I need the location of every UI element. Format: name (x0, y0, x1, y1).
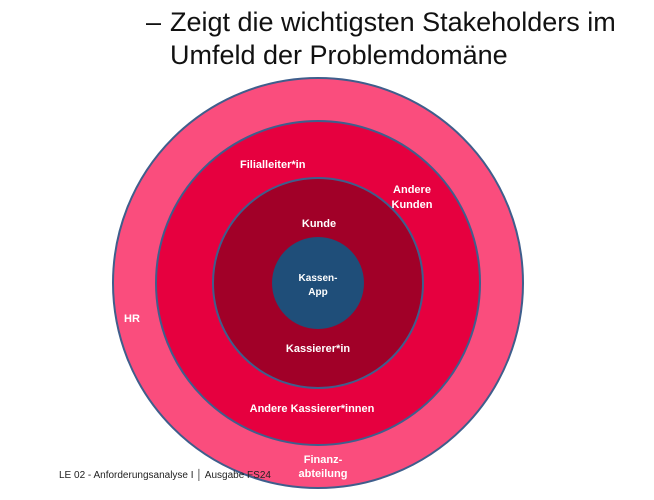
label-andere-kunden-line1: Andere (393, 184, 431, 196)
label-kassen-app-line2: App (308, 287, 327, 298)
slide: – Zeigt die wichtigsten Stakeholders im … (0, 0, 654, 500)
label-hr: HR (124, 313, 140, 325)
label-kunde: Kunde (302, 218, 336, 230)
slide-footer: LE 02 - Anforderungsanalyse I │ Ausgabe … (59, 470, 271, 481)
label-kassierer: Kassierer*in (286, 343, 350, 355)
label-finanzabteilung-line2: abteilung (299, 468, 348, 480)
stakeholder-onion-diagram: HR Finanz- abteilung Filialleiter*in And… (112, 77, 524, 489)
label-andere-kassierer: Andere Kassierer*innen (250, 403, 375, 415)
label-filialleiter: Filialleiter*in (240, 159, 306, 171)
label-finanzabteilung-line1: Finanz- (304, 454, 343, 466)
label-kassen-app-line1: Kassen- (299, 273, 338, 284)
label-andere-kunden-line2: Kunden (392, 199, 433, 211)
